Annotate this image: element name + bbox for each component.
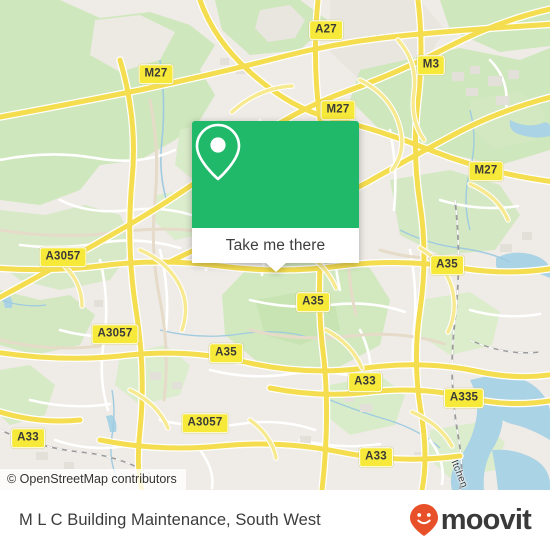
road-shield-a35: A35	[209, 343, 243, 363]
moovit-pin-smiley-icon	[409, 504, 438, 536]
moovit-brand[interactable]: moovit	[409, 503, 532, 537]
osm-attribution[interactable]: © OpenStreetMap contributors	[0, 469, 186, 490]
road-shield-m27: M27	[468, 161, 504, 181]
road-shield-a3057: A3057	[181, 413, 229, 433]
road-shield-a35: A35	[430, 255, 464, 275]
road-shield-a33: A33	[348, 372, 382, 392]
road-shield-m3: M3	[416, 55, 446, 75]
road-shield-a335: A335	[443, 388, 485, 408]
moovit-wordmark: moovit	[440, 503, 532, 536]
road-shield-a27: A27	[309, 20, 343, 40]
place-title: M L C Building Maintenance, South West	[19, 510, 321, 529]
callout-action-panel[interactable]: Take me there	[192, 228, 359, 272]
road-shield-m27: M27	[138, 64, 174, 84]
road-shield-a3057: A3057	[91, 324, 139, 344]
callout-pointer	[265, 263, 286, 272]
road-shield-a33: A33	[11, 428, 45, 448]
footer-bar: M L C Building Maintenance, South West m…	[0, 490, 550, 550]
road-shield-m27: M27	[320, 100, 356, 120]
place-callout-card[interactable]: Take me there	[192, 121, 359, 272]
take-me-there-label: Take me there	[225, 236, 326, 254]
map-canvas[interactable]: A27 M27 M3 M27 M27 A3057 A35 A35 A3057 A35 A33 A335…	[0, 0, 550, 490]
map-screenshot: A27 M27 M3 M27 M27 A3057 A35 A35 A3057 A35 A33 A335…	[0, 0, 550, 550]
callout-pin-panel	[192, 121, 359, 228]
road-shield-a33: A33	[359, 447, 393, 467]
road-shield-a3057: A3057	[39, 247, 87, 267]
road-shield-a35: A35	[296, 292, 330, 312]
location-pin-icon	[195, 123, 241, 181]
